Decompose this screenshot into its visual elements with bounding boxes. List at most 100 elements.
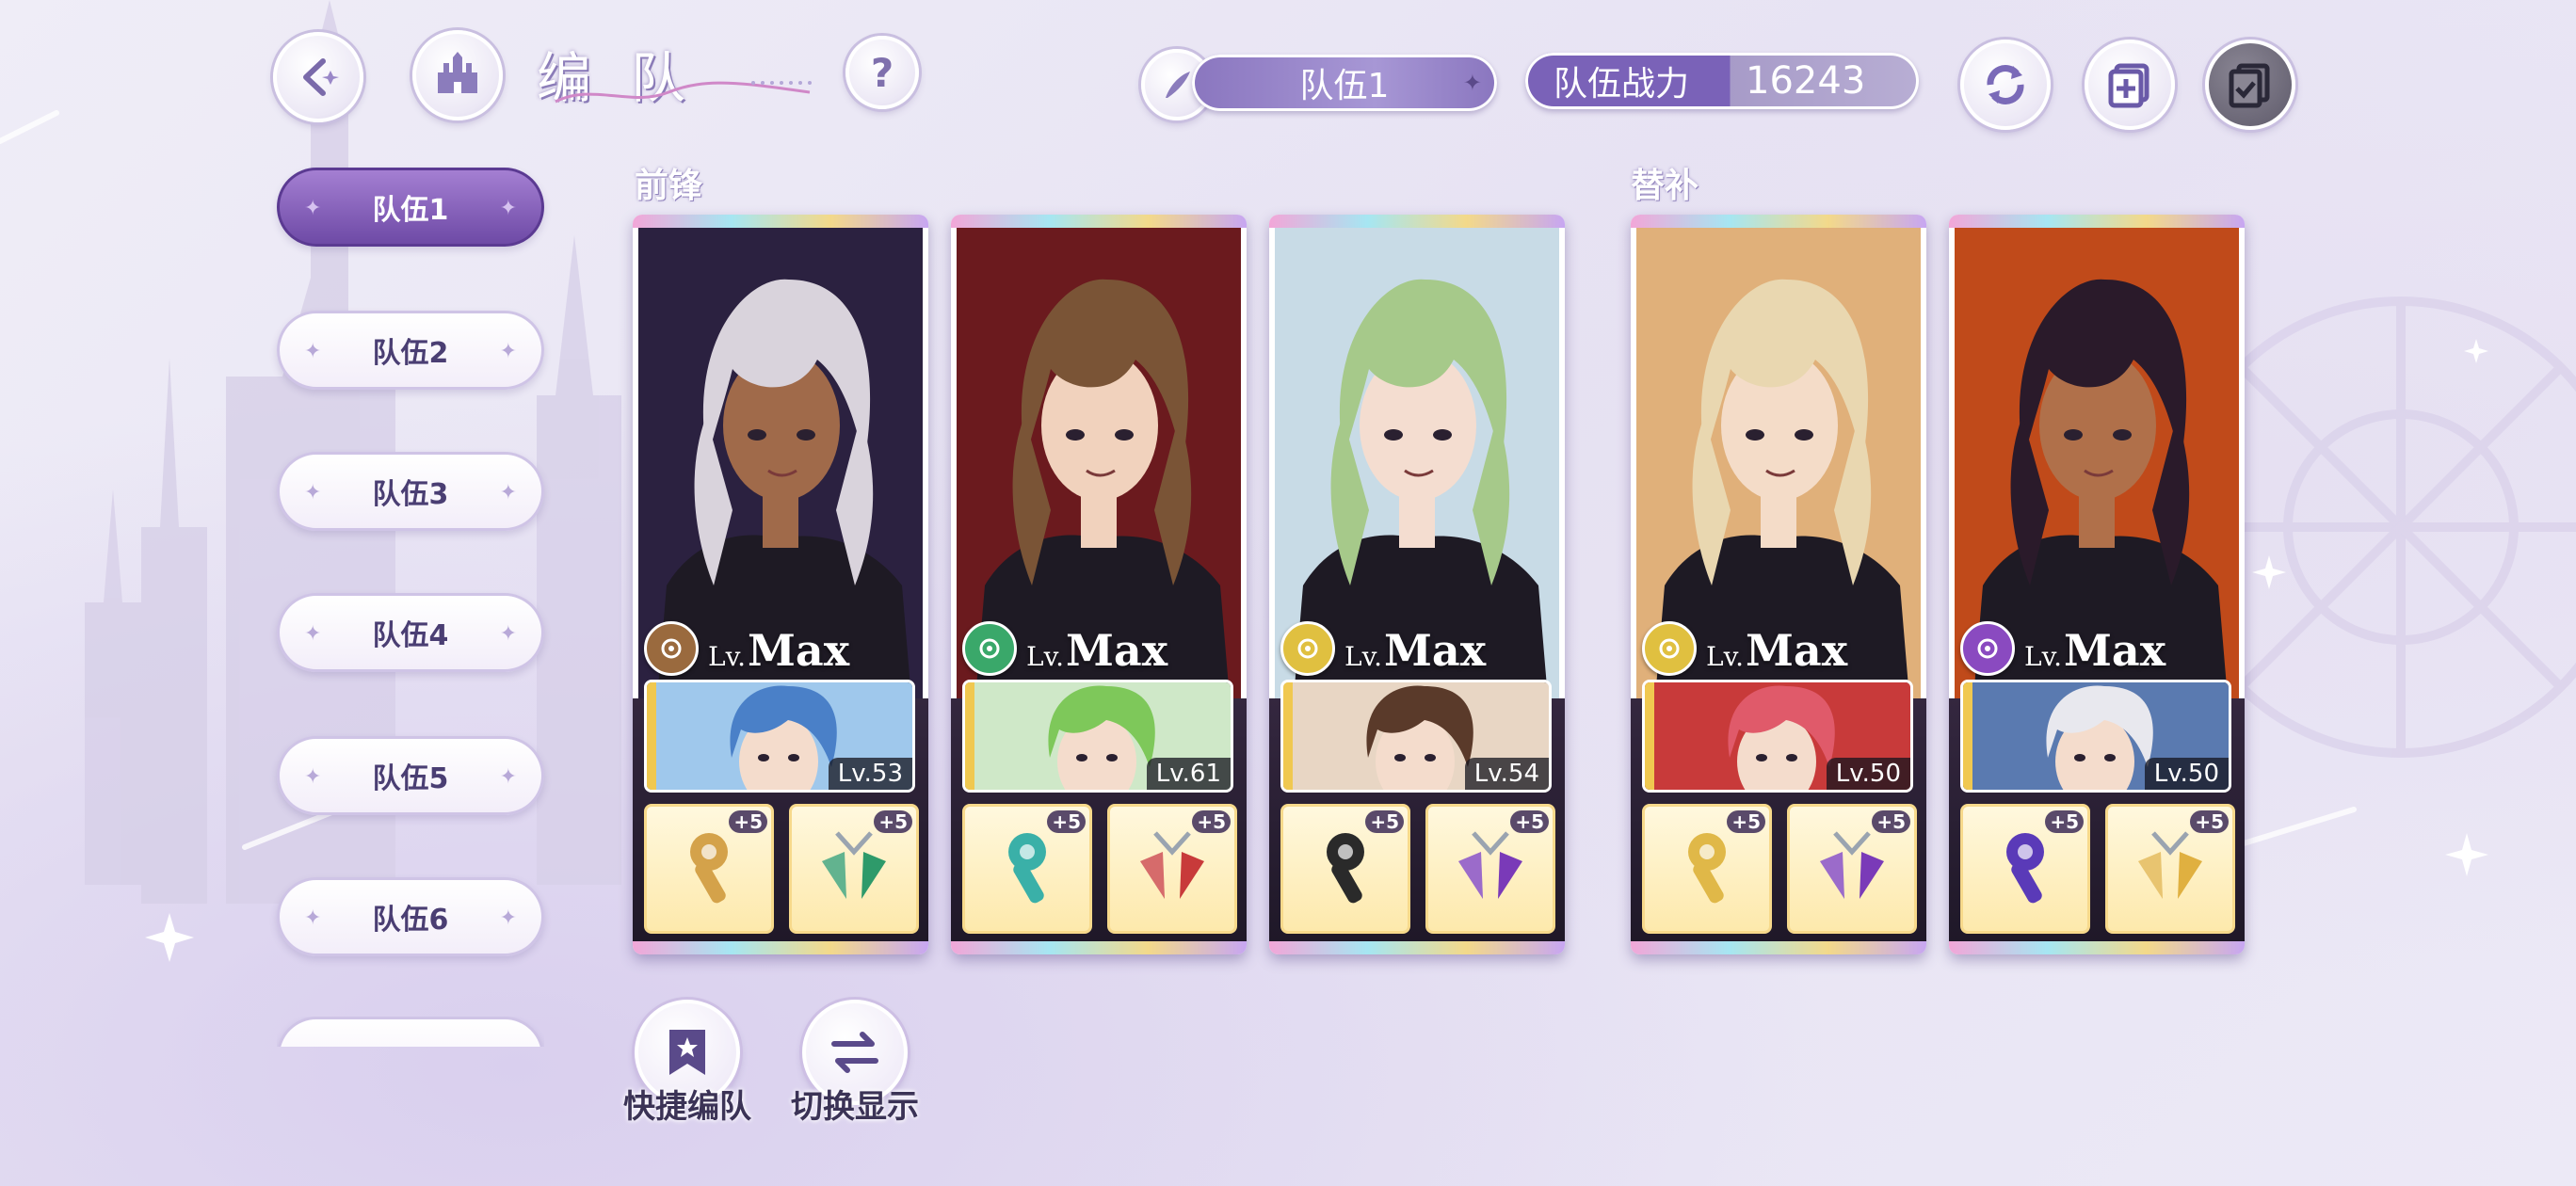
enhance-level: +5	[729, 810, 767, 833]
sparkle-icon: ✦	[499, 906, 517, 930]
front-section-label: 前锋	[635, 167, 703, 205]
team-tab-label: 队伍4	[372, 619, 449, 652]
team-tab-7-partial[interactable]	[277, 1017, 544, 1047]
bench-section-label: 替补	[1631, 167, 1699, 205]
weapon-icon	[1008, 833, 1046, 904]
level-value: Max	[1746, 625, 1848, 676]
switch-display-label: 切换显示	[791, 1088, 919, 1126]
weapon-slot[interactable]: +5	[962, 804, 1092, 934]
batch-select-button[interactable]	[2205, 40, 2295, 130]
team-tab-label: 队伍3	[372, 478, 449, 511]
accessory-slot[interactable]: +5	[789, 804, 919, 934]
card-rim	[1269, 215, 1565, 228]
team-name-label: 队伍1	[1299, 67, 1390, 105]
weapon-slot[interactable]: +5	[1280, 804, 1410, 934]
attribute-icon	[1280, 621, 1335, 676]
title-flourish	[555, 81, 812, 104]
level-value: Max	[1384, 625, 1487, 676]
support-level: Lv.54	[1464, 758, 1549, 790]
team-tab-2[interactable]: ✦ 队伍2 ✦	[277, 311, 544, 390]
card-rim	[1949, 941, 2245, 954]
weapon-slot[interactable]: +5	[644, 804, 774, 934]
card-level: Lv. Max	[1960, 621, 2165, 676]
card-level: Lv. Max	[1280, 621, 1486, 676]
card-rim	[633, 215, 928, 228]
enhance-level: +5	[874, 810, 912, 833]
support-level: Lv.50	[1826, 758, 1910, 790]
character-card-4[interactable]: Lv. Max Lv.50 +5 +5	[1631, 215, 1926, 954]
accessory-slot[interactable]: +5	[1107, 804, 1237, 934]
team-tab-6[interactable]: ✦ 队伍6 ✦	[277, 877, 544, 956]
add-icon	[2108, 63, 2149, 108]
team-tab-5[interactable]: ✦ 队伍5 ✦	[277, 736, 544, 815]
sparkle-icon: ✦	[499, 340, 517, 363]
gem-pendant-icon	[822, 831, 886, 899]
support-card[interactable]: Lv.50	[1642, 680, 1913, 793]
support-card[interactable]: Lv.61	[962, 680, 1233, 793]
card-rim	[1949, 215, 2245, 228]
sparkle-icon: ✦	[499, 622, 517, 646]
level-prefix: Lv.	[1706, 641, 1744, 672]
team-power-value: 16243	[1746, 59, 1866, 103]
character-card-2[interactable]: Lv. Max Lv.61 +5 +5	[951, 215, 1247, 954]
sparkle-icon: ✦	[304, 481, 322, 505]
team-list-overflow[interactable]	[277, 1017, 544, 1047]
level-value: Max	[2064, 625, 2166, 676]
enhance-level: +5	[2190, 810, 2229, 833]
bookmark-star-icon	[669, 1030, 705, 1075]
attribute-icon	[1960, 621, 2015, 676]
support-level: Lv.61	[1146, 758, 1231, 790]
card-level: Lv. Max	[1642, 621, 1847, 676]
card-level: Lv. Max	[962, 621, 1167, 676]
attribute-icon	[644, 621, 699, 676]
enhance-level: +5	[2045, 810, 2084, 833]
team-tab-1[interactable]: ✦ 队伍1 ✦	[277, 168, 544, 247]
accessory-slot[interactable]: +5	[1425, 804, 1555, 934]
level-prefix: Lv.	[1344, 641, 1382, 672]
weapon-icon	[1327, 833, 1364, 904]
gem-pendant-icon	[1140, 831, 1204, 899]
card-rim	[633, 941, 928, 954]
enhance-level: +5	[1047, 810, 1086, 833]
card-rim	[951, 215, 1247, 228]
weapon-icon	[2006, 833, 2044, 904]
back-button[interactable]	[273, 32, 363, 122]
team-power-display: 队伍战力 16243	[1525, 53, 1919, 109]
level-value: Max	[748, 625, 850, 676]
support-level: Lv.53	[828, 758, 912, 790]
weapon-icon	[1688, 833, 1726, 904]
refresh-button[interactable]	[1960, 40, 2051, 130]
card-rim	[1631, 215, 1926, 228]
level-prefix: Lv.	[1026, 641, 1064, 672]
gem-pendant-icon	[1820, 831, 1884, 899]
enhance-level: +5	[1872, 810, 1910, 833]
character-card-3[interactable]: Lv. Max Lv.54 +5 +5	[1269, 215, 1565, 954]
sparkle-icon: ✦	[304, 340, 322, 363]
add-team-button[interactable]	[2085, 40, 2175, 130]
card-level: Lv. Max	[644, 621, 849, 676]
accessory-slot[interactable]: +5	[2105, 804, 2235, 934]
weapon-slot[interactable]: +5	[1642, 804, 1772, 934]
character-card-1[interactable]: Lv. Max Lv.53 +5 +5	[633, 215, 928, 954]
sparkle-icon: ✦	[304, 765, 322, 789]
team-tab-3[interactable]: ✦ 队伍3 ✦	[277, 452, 544, 531]
level-prefix: Lv.	[2024, 641, 2062, 672]
level-value: Max	[1066, 625, 1168, 676]
support-card[interactable]: Lv.54	[1280, 680, 1552, 793]
support-card[interactable]: Lv.50	[1960, 680, 2231, 793]
home-button[interactable]	[412, 30, 503, 120]
enhance-level: +5	[1727, 810, 1765, 833]
support-card[interactable]: Lv.53	[644, 680, 915, 793]
accessory-slot[interactable]: +5	[1787, 804, 1917, 934]
team-tab-4[interactable]: ✦ 队伍4 ✦	[277, 593, 544, 672]
castle-icon	[438, 52, 477, 93]
attribute-icon	[962, 621, 1017, 676]
team-tab-label: 队伍2	[372, 337, 449, 370]
card-rim	[1269, 941, 1565, 954]
gem-pendant-icon	[2138, 831, 2202, 899]
help-button[interactable]: ?	[845, 36, 919, 109]
team-name-select[interactable]: 队伍1 ✦	[1192, 55, 1497, 111]
weapon-slot[interactable]: +5	[1960, 804, 2090, 934]
character-card-5[interactable]: Lv. Max Lv.50 +5 +5	[1949, 215, 2245, 954]
support-level: Lv.50	[2144, 758, 2229, 790]
